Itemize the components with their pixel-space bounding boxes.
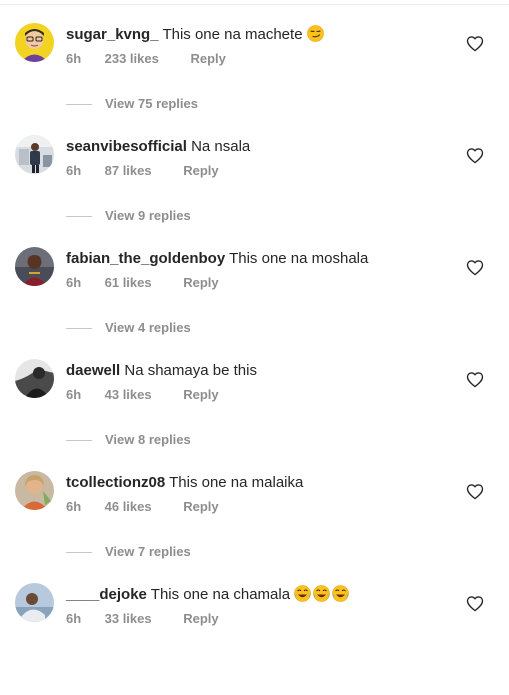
view-replies-label: View 9 replies [105, 208, 191, 223]
comment-username[interactable]: sugar_kvng_ [66, 26, 159, 43]
like-heart-icon[interactable] [466, 595, 484, 612]
smirking-face-emoji-icon [306, 25, 324, 42]
comment-text: This one na chamala [150, 586, 291, 603]
comment-item: fabian_the_goldenboy This one na moshala… [0, 247, 509, 359]
avatar[interactable] [15, 23, 54, 62]
view-replies-button[interactable]: View 75 replies [66, 96, 198, 112]
like-heart-icon[interactable] [466, 259, 484, 276]
reply-button[interactable]: Reply [183, 499, 218, 515]
comment-like-count[interactable]: 33 likes [105, 611, 152, 627]
comment-like-count[interactable]: 46 likes [105, 499, 152, 515]
reply-button[interactable]: Reply [190, 51, 225, 67]
comment-text: This one na machete [162, 26, 303, 43]
reply-button[interactable]: Reply [183, 275, 218, 291]
comment-item: tcollectionz08 This one na malaika 6h 46… [0, 471, 509, 583]
comment-timestamp: 6h [66, 275, 82, 290]
top-divider [0, 4, 509, 5]
comment-username[interactable]: tcollectionz08 [66, 474, 165, 491]
comment-username[interactable]: fabian_the_goldenboy [66, 250, 225, 267]
comment-timestamp: 6h [66, 387, 82, 402]
comment-like-count[interactable]: 87 likes [105, 163, 152, 179]
comment-timestamp: 6h [66, 611, 82, 626]
comment-item: ____dejoke This one na chamala 6h 33 lik… [0, 583, 509, 695]
replies-divider [66, 104, 92, 106]
comment-timestamp: 6h [66, 51, 82, 66]
like-heart-icon[interactable] [466, 483, 484, 500]
comment-item: daewell Na shamaya be this 6h 43 likes R… [0, 359, 509, 471]
replies-divider [66, 216, 92, 218]
avatar[interactable] [15, 135, 54, 174]
view-replies-label: View 8 replies [105, 432, 191, 447]
comment-item: seanvibesofficial Na nsala 6h 87 likes R… [0, 135, 509, 247]
replies-divider [66, 328, 92, 330]
comment-text: This one na malaika [169, 474, 304, 491]
comment-timestamp: 6h [66, 499, 82, 514]
comment-item: sugar_kvng_ This one na machete 6h 233 l… [0, 23, 509, 135]
comment-text: Na nsala [191, 138, 251, 155]
view-replies-button[interactable]: View 9 replies [66, 208, 191, 224]
reply-button[interactable]: Reply [183, 163, 218, 179]
comment-username[interactable]: daewell [66, 362, 120, 379]
like-heart-icon[interactable] [466, 147, 484, 164]
comment-text: This one na moshala [229, 250, 369, 267]
avatar[interactable] [15, 471, 54, 510]
avatar[interactable] [15, 583, 54, 622]
view-replies-label: View 75 replies [105, 96, 198, 111]
view-replies-button[interactable]: View 8 replies [66, 432, 191, 448]
view-replies-button[interactable]: View 7 replies [66, 544, 191, 560]
view-replies-label: View 7 replies [105, 544, 191, 559]
like-heart-icon[interactable] [466, 35, 484, 52]
comment-like-count[interactable]: 43 likes [105, 387, 152, 403]
comment-username[interactable]: seanvibesofficial [66, 138, 187, 155]
comment-username[interactable]: ____dejoke [66, 586, 147, 603]
like-heart-icon[interactable] [466, 371, 484, 388]
comment-text: Na shamaya be this [124, 362, 257, 379]
comment-like-count[interactable]: 233 likes [105, 51, 159, 67]
view-replies-label: View 4 replies [105, 320, 191, 335]
replies-divider [66, 440, 92, 442]
view-replies-button[interactable]: View 4 replies [66, 320, 191, 336]
reply-button[interactable]: Reply [183, 611, 218, 627]
avatar[interactable] [15, 359, 54, 398]
replies-divider [66, 552, 92, 554]
avatar[interactable] [15, 247, 54, 286]
tears-of-joy-emoji-icon [294, 585, 350, 602]
comment-like-count[interactable]: 61 likes [105, 275, 152, 291]
comment-timestamp: 6h [66, 163, 82, 178]
reply-button[interactable]: Reply [183, 387, 218, 403]
